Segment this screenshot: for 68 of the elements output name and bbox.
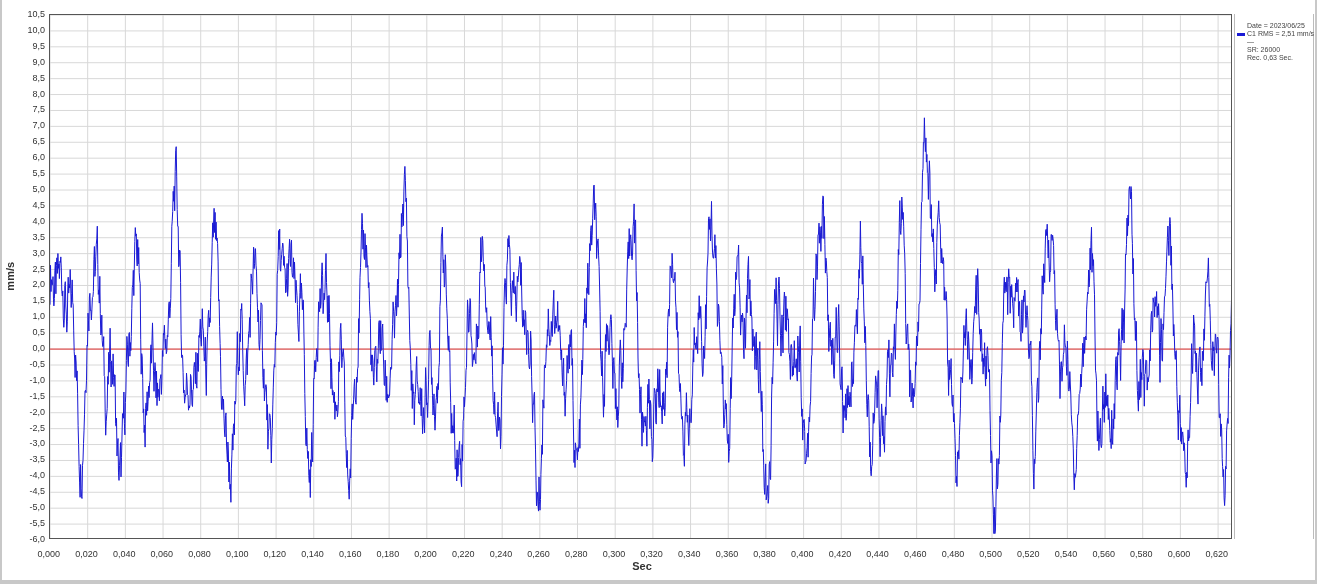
axis-tick-label: 0,380 bbox=[753, 548, 776, 560]
axis-tick-label: 1,5 bbox=[32, 294, 45, 307]
axis-tick-label: 0,5 bbox=[32, 326, 45, 339]
axis-tick-label: 0,320 bbox=[640, 548, 663, 560]
axis-tick-label: 4,0 bbox=[32, 214, 45, 227]
axis-tick-label: -1,5 bbox=[29, 389, 45, 402]
axis-tick-label: 10,5 bbox=[27, 8, 45, 20]
axis-tick-label: 0,420 bbox=[828, 548, 852, 560]
axis-tick-label: -2,5 bbox=[29, 421, 45, 434]
axis-tick-label: 4,5 bbox=[32, 198, 45, 211]
axis-tick-label: 0,120 bbox=[263, 548, 287, 560]
axis-tick-label: 8,0 bbox=[32, 87, 45, 100]
axis-tick-label: 0,400 bbox=[791, 548, 814, 560]
axis-tick-label: 0,040 bbox=[112, 548, 136, 560]
axis-tick-label: 6,0 bbox=[32, 151, 45, 164]
axis-tick-label: 0,060 bbox=[150, 548, 174, 560]
axis-tick-label: -0,5 bbox=[29, 357, 45, 370]
axis-tick-label: 3,0 bbox=[32, 246, 45, 259]
axis-tick-label: -2,0 bbox=[29, 405, 45, 418]
axis-tick-label: 0,260 bbox=[527, 548, 550, 560]
axis-title: Sec bbox=[632, 560, 652, 573]
axis-tick-label: -4,5 bbox=[29, 485, 45, 498]
axis-tick-label: 2,0 bbox=[32, 278, 45, 291]
axis-tick-label: 1,0 bbox=[32, 310, 45, 323]
axis-tick-label: -3,5 bbox=[29, 453, 45, 466]
axis-tick-label: 0,520 bbox=[1017, 548, 1040, 560]
axis-tick-label: 0,460 bbox=[904, 548, 927, 560]
axis-tick-label: 0,220 bbox=[451, 548, 475, 560]
axis-tick-label: 0,620 bbox=[1205, 548, 1228, 560]
axis-tick-label: 9,5 bbox=[32, 39, 45, 52]
axis-tick-label: 0,180 bbox=[376, 548, 400, 560]
axis-tick-label: 5,5 bbox=[32, 167, 45, 180]
axis-tick-label: 0,000 bbox=[37, 548, 61, 560]
axis-tick-label: 0,600 bbox=[1167, 548, 1191, 560]
axis-tick-label: 0,360 bbox=[715, 548, 739, 560]
axis-tick-label: 9,0 bbox=[32, 55, 45, 68]
axis-tick-label: 0,080 bbox=[188, 548, 211, 560]
axis-tick-label: 0,240 bbox=[489, 548, 513, 560]
axis-tick-label: 0,140 bbox=[301, 548, 324, 560]
axis-tick-label: 7,5 bbox=[32, 103, 45, 116]
axis-tick-label: -5,5 bbox=[29, 517, 45, 529]
axis-tick-label: -3,0 bbox=[29, 437, 45, 450]
axis-tick-label: 0,340 bbox=[678, 548, 701, 560]
axis-tick-label: -5,0 bbox=[29, 501, 45, 514]
axis-tick-label: 0,020 bbox=[75, 548, 98, 560]
axis-tick-label: 0,300 bbox=[602, 548, 626, 560]
axis-tick-label: -4,0 bbox=[29, 469, 45, 482]
axis-tick-label: 0,100 bbox=[225, 548, 249, 560]
axis-tick-label: 0,0 bbox=[32, 342, 45, 355]
axis-tick-label: 0,560 bbox=[1092, 548, 1115, 560]
axis-tick-label: 0,160 bbox=[338, 548, 362, 560]
axis-tick-label: 7,0 bbox=[32, 119, 45, 132]
axis-title: mm/s bbox=[2, 262, 17, 291]
axis-tick-label: -6,0 bbox=[29, 532, 45, 545]
axis-tick-label: 6,5 bbox=[32, 135, 45, 148]
axis-tick-label: 0,580 bbox=[1130, 548, 1153, 560]
axis-tick-label: 8,5 bbox=[32, 71, 45, 84]
axis-tick-label: 0,280 bbox=[564, 548, 588, 560]
axis-tick-label: 5,0 bbox=[32, 182, 45, 195]
axis-tick-label: 0,480 bbox=[941, 548, 965, 560]
axis-tick-label: 0,540 bbox=[1054, 548, 1078, 560]
axis-tick-label: 0,500 bbox=[979, 548, 1002, 560]
axis-tick-label: -1,0 bbox=[29, 373, 45, 386]
axis-tick-label: 2,5 bbox=[32, 262, 45, 275]
axis-tick-label: 3,5 bbox=[32, 230, 45, 243]
axis-tick-label: 0,440 bbox=[866, 548, 889, 560]
axis-tick-label: 10,0 bbox=[27, 23, 45, 36]
axis-tick-label: 0,200 bbox=[414, 548, 437, 560]
